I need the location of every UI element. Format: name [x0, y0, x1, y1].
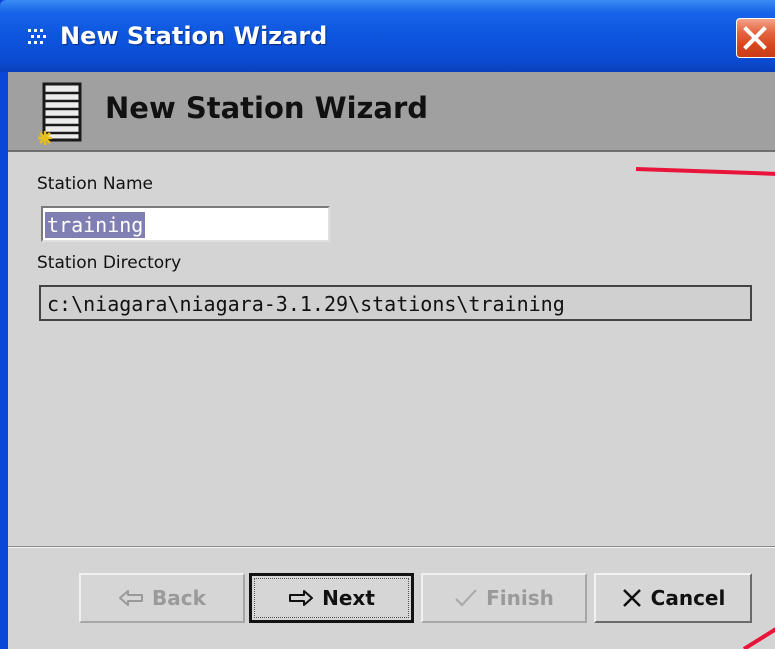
arrow-left-icon — [119, 590, 144, 606]
next-label: Next — [322, 586, 375, 610]
station-directory-label: Station Directory — [37, 253, 182, 273]
wizard-window: New Station Wizard New Station Wizard St… — [0, 0, 775, 649]
next-button[interactable]: Next — [249, 573, 414, 623]
station-name-label: Station Name — [37, 174, 153, 194]
station-server-icon — [38, 82, 82, 145]
cancel-label: Cancel — [650, 586, 726, 610]
station-directory-value: c:\niagara\niagara-3.1.29\stations\train… — [47, 292, 565, 316]
cancel-button[interactable]: Cancel — [594, 573, 752, 623]
wizard-body: New Station Wizard Station Name training… — [8, 72, 775, 649]
close-x-icon — [743, 26, 767, 50]
wizard-heading: New Station Wizard — [105, 91, 429, 125]
station-name-input[interactable]: training — [41, 206, 330, 242]
title-bar[interactable]: New Station Wizard — [0, 0, 775, 72]
x-icon — [622, 589, 641, 607]
finish-button[interactable]: Finish — [421, 573, 587, 623]
arrow-right-icon — [289, 590, 314, 606]
button-separator — [8, 546, 775, 548]
back-label: Back — [152, 586, 206, 610]
station-directory-field: c:\niagara\niagara-3.1.29\stations\train… — [39, 285, 752, 321]
back-button[interactable]: Back — [79, 573, 245, 623]
finish-label: Finish — [486, 586, 554, 610]
screen: New Station Wizard New Station Wizard St… — [0, 0, 775, 649]
station-name-value: training — [45, 212, 146, 238]
grid-dots-icon — [28, 29, 46, 44]
checkmark-icon — [455, 589, 477, 607]
close-button[interactable] — [736, 18, 775, 58]
wizard-header: New Station Wizard — [8, 72, 775, 152]
window-title: New Station Wizard — [60, 22, 328, 50]
